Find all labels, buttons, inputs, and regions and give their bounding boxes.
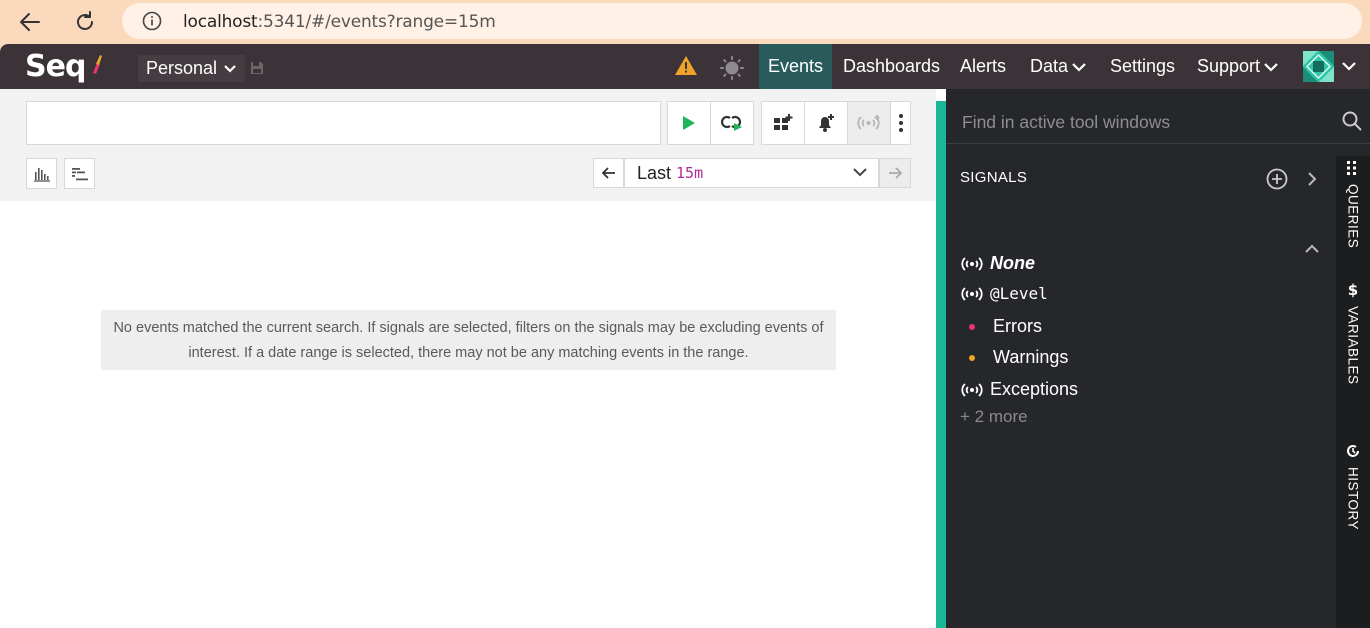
queries-icon [1347,161,1356,175]
svg-text:$: $ [1348,282,1358,298]
warning-icon[interactable] [674,55,698,76]
top-navbar: Seq Personal Events Dashboards Alerts Da… [0,44,1370,89]
chevron-down-icon [224,64,236,73]
range-label: Last [637,162,672,183]
seq-logo[interactable]: Seq [25,49,86,84]
tab-variables[interactable]: $ VARIABLES [1336,282,1370,385]
range-next-button[interactable] [879,158,911,188]
add-circle-icon[interactable] [1266,168,1288,190]
date-range-selector[interactable]: Last 15m [624,158,879,188]
histogram-toggle-button[interactable] [26,158,57,189]
arrow-left-icon [20,13,40,31]
info-icon[interactable] [142,11,162,31]
tab-variables-label: VARIABLES [1345,306,1361,385]
arrow-right-icon [889,167,902,179]
errors-dot [969,323,975,330]
more-options-button[interactable] [890,101,911,145]
tab-queries-label: QUERIES [1345,184,1361,249]
gantt-icon [71,167,88,180]
workspace-label: Personal [146,58,218,78]
nav-support[interactable]: Support [1188,44,1288,89]
more-signals-link[interactable]: + 2 more [960,407,1028,427]
nav-events[interactable]: Events [759,44,833,89]
tail-button[interactable] [710,101,754,145]
signal-label: Warnings [993,347,1069,367]
dollar-icon: $ [1348,282,1358,298]
nav-data-label: Data [1030,56,1069,76]
chevron-down-icon [1264,62,1278,72]
signal-label: @Level [990,284,1048,303]
refresh-play-icon [721,115,742,131]
signal-label: Exceptions [990,379,1079,399]
kebab-icon [898,114,903,132]
theme-toggle-icon[interactable] [720,56,744,80]
chevron-down-icon [853,168,867,177]
logo-mark-icon [93,55,102,74]
nav-support-label: Support [1197,56,1261,76]
add-to-dashboard-button[interactable] [761,101,805,145]
signal-icon [961,286,983,301]
timeline-toggle-button[interactable] [64,158,95,189]
range-value: 15m [676,164,704,182]
chevron-up-icon[interactable] [1304,244,1320,254]
bar-chart-icon [33,167,50,182]
signal-label: None [990,253,1035,273]
tool-pane: Find in active tool windows SIGNALS None… [946,89,1370,628]
back-button[interactable] [14,6,46,38]
add-signal-button[interactable] [847,101,891,145]
find-placeholder: Find in active tool windows [962,112,1171,132]
query-area: Last 15m [0,89,936,201]
nav-dashboards[interactable]: Dashboards [834,44,949,89]
nav-alerts[interactable]: Alerts [951,44,1015,89]
tab-history[interactable]: HISTORY [1336,443,1370,530]
signal-add-icon [857,115,880,130]
pane-resize-handle[interactable] [936,101,946,628]
history-icon [1347,445,1359,457]
chevron-down-icon[interactable] [1341,61,1357,71]
add-alert-button[interactable] [804,101,848,145]
signal-icon [961,256,983,271]
run-query-button[interactable] [667,101,711,145]
workspace-selector[interactable]: Personal [138,55,246,82]
signal-label: Errors [993,316,1042,336]
tool-window-tabs: QUERIES $ VARIABLES HISTORY [1336,156,1370,628]
arrow-left-icon [601,167,615,179]
bell-add-icon [819,114,834,132]
play-icon [683,116,695,130]
save-icon[interactable] [250,61,264,75]
url-text: localhost:5341/#/events?range=15m [183,12,496,32]
chevron-down-icon [1072,62,1086,72]
reload-button[interactable] [69,6,101,38]
dashboard-add-icon [774,114,793,130]
find-tool-windows[interactable]: Find in active tool windows [946,89,1370,144]
nav-settings[interactable]: Settings [1101,44,1184,89]
address-bar[interactable]: localhost:5341/#/events?range=15m [122,3,1362,39]
reload-icon [77,11,93,30]
signal-exceptions[interactable]: Exceptions [960,379,1078,400]
tab-queries[interactable]: QUERIES [1336,160,1370,248]
search-input[interactable] [26,101,661,145]
signal-icon [961,382,983,397]
tab-history-label: HISTORY [1345,467,1361,531]
signal-errors[interactable]: Errors [960,316,1042,337]
nav-data[interactable]: Data [1021,44,1096,89]
chevron-right-icon[interactable] [1307,171,1317,187]
signal-group-level[interactable]: @Level [960,284,1048,303]
signals-heading: SIGNALS [960,169,1028,186]
seq-app: Seq Personal Events Dashboards Alerts Da… [0,44,1370,628]
no-events-message: No events matched the current search. If… [101,310,836,370]
range-previous-button[interactable] [593,158,624,188]
browser-chrome: localhost:5341/#/events?range=15m [0,0,1370,44]
warnings-dot [969,354,975,361]
signal-warnings[interactable]: Warnings [960,347,1068,368]
search-icon[interactable] [1342,111,1362,131]
signal-none[interactable]: None [960,253,1035,274]
user-avatar[interactable] [1303,51,1334,82]
